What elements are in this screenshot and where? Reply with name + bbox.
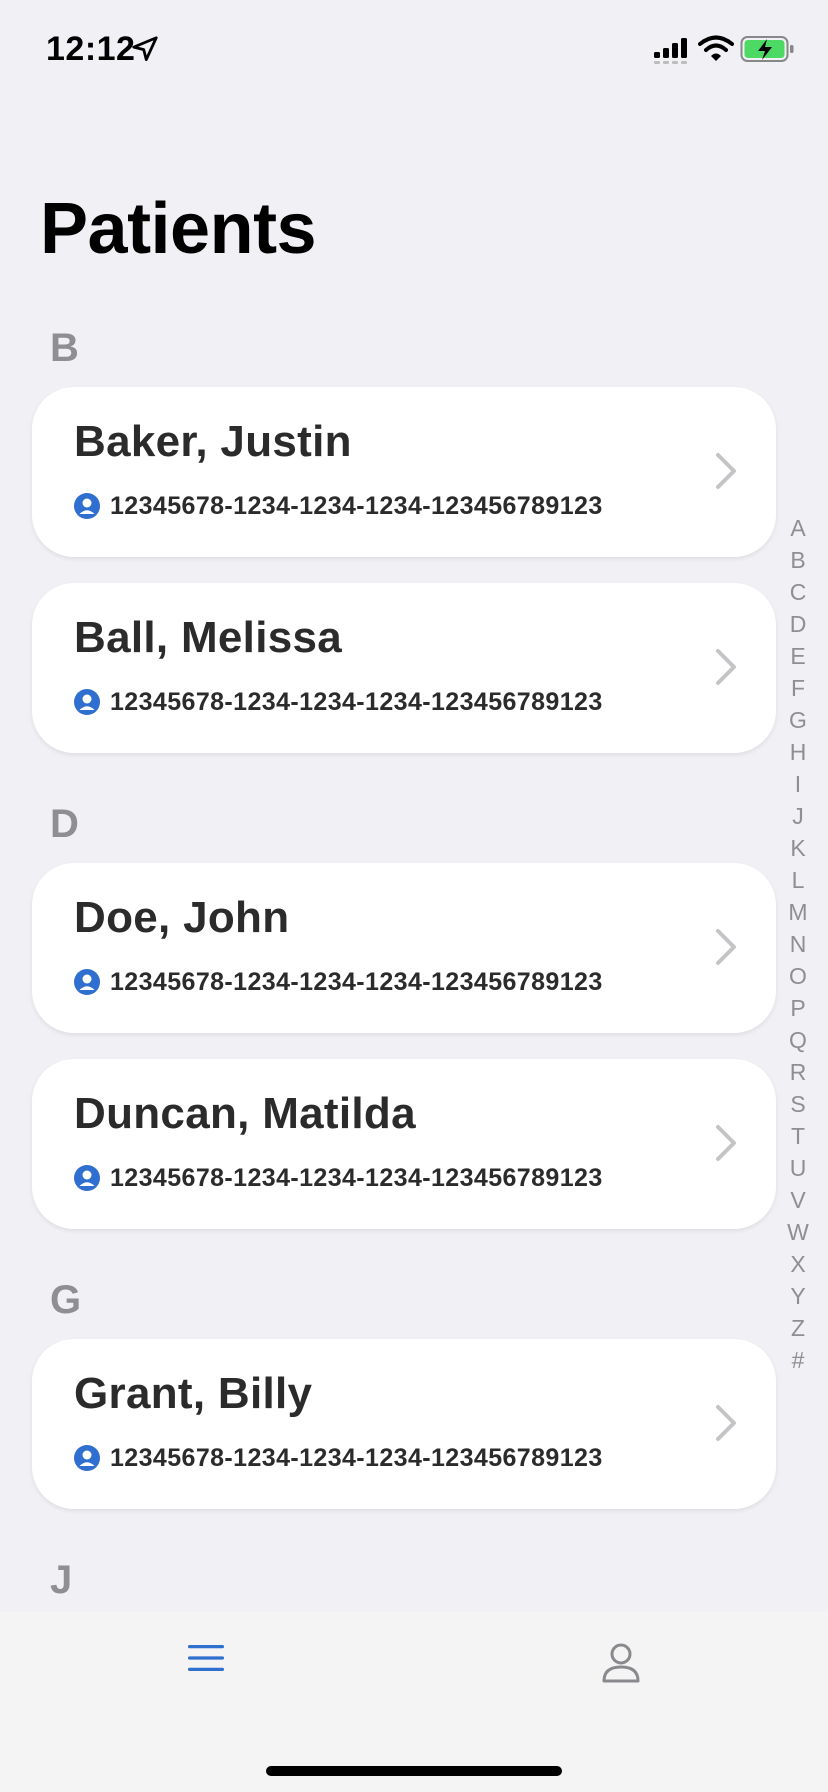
person-badge-icon — [74, 1165, 100, 1191]
index-letter[interactable]: V — [782, 1184, 814, 1216]
index-letter[interactable]: J — [782, 800, 814, 832]
patient-id-row: 12345678-1234-1234-1234-123456789123 — [74, 1443, 603, 1473]
patient-name: Grant, Billy — [74, 1369, 313, 1418]
patient-id-row: 12345678-1234-1234-1234-123456789123 — [74, 687, 603, 717]
index-letter[interactable]: B — [782, 544, 814, 576]
person-badge-icon — [74, 493, 100, 519]
patient-name: Baker, Justin — [74, 417, 352, 466]
chevron-right-icon — [716, 649, 736, 685]
tab-bar — [0, 1612, 828, 1792]
index-letter[interactable]: Q — [782, 1024, 814, 1056]
index-letter[interactable]: U — [782, 1152, 814, 1184]
patient-id: 12345678-1234-1234-1234-123456789123 — [110, 1443, 603, 1472]
index-letter[interactable]: I — [782, 768, 814, 800]
patient-id-row: 12345678-1234-1234-1234-123456789123 — [74, 1163, 603, 1193]
patient-id: 12345678-1234-1234-1234-123456789123 — [110, 491, 603, 520]
patient-name: Ball, Melissa — [74, 613, 343, 662]
battery-charging-icon — [740, 36, 794, 62]
location-arrow-icon — [132, 36, 158, 61]
patient-name: Duncan, Matilda — [74, 1089, 416, 1138]
index-letter[interactable]: A — [782, 512, 814, 544]
patient-card[interactable]: Duncan, Matilda 12345678-1234-1234-1234-… — [32, 1059, 776, 1229]
profile-icon[interactable] — [600, 1642, 642, 1684]
person-badge-icon — [74, 1445, 100, 1471]
index-letter[interactable]: S — [782, 1088, 814, 1120]
section-header-b: B — [50, 326, 79, 370]
index-letter[interactable]: T — [782, 1120, 814, 1152]
person-badge-icon — [74, 689, 100, 715]
patient-id: 12345678-1234-1234-1234-123456789123 — [110, 967, 603, 996]
wifi-icon — [698, 35, 734, 61]
index-letter[interactable]: P — [782, 992, 814, 1024]
index-letter[interactable]: W — [782, 1216, 814, 1248]
index-letter[interactable]: H — [782, 736, 814, 768]
index-letter[interactable]: E — [782, 640, 814, 672]
alphabet-index[interactable]: A B C D E F G H I J K L M N O P Q R S T … — [782, 512, 814, 1376]
index-letter[interactable]: N — [782, 928, 814, 960]
chevron-right-icon — [716, 1125, 736, 1161]
patient-card[interactable]: Doe, John 12345678-1234-1234-1234-123456… — [32, 863, 776, 1033]
index-letter[interactable]: K — [782, 832, 814, 864]
patient-card[interactable]: Grant, Billy 12345678-1234-1234-1234-123… — [32, 1339, 776, 1509]
cellular-signal-icon — [654, 38, 687, 64]
index-letter[interactable]: F — [782, 672, 814, 704]
patient-id: 12345678-1234-1234-1234-123456789123 — [110, 687, 603, 716]
menu-icon[interactable] — [186, 1642, 226, 1674]
index-letter[interactable]: X — [782, 1248, 814, 1280]
patient-card[interactable]: Baker, Justin 12345678-1234-1234-1234-12… — [32, 387, 776, 557]
section-header-j: J — [50, 1558, 73, 1602]
section-header-g: G — [50, 1278, 82, 1322]
home-indicator — [266, 1766, 562, 1776]
index-letter[interactable]: D — [782, 608, 814, 640]
patient-id-row: 12345678-1234-1234-1234-123456789123 — [74, 967, 603, 997]
status-time: 12:12 — [46, 30, 136, 68]
chevron-right-icon — [716, 929, 736, 965]
index-letter[interactable]: O — [782, 960, 814, 992]
patient-id: 12345678-1234-1234-1234-123456789123 — [110, 1163, 603, 1192]
index-letter[interactable]: R — [782, 1056, 814, 1088]
chevron-right-icon — [716, 453, 736, 489]
patient-card[interactable]: Ball, Melissa 12345678-1234-1234-1234-12… — [32, 583, 776, 753]
index-letter[interactable]: Y — [782, 1280, 814, 1312]
page-title: Patients — [40, 189, 317, 269]
index-letter[interactable]: G — [782, 704, 814, 736]
patient-name: Doe, John — [74, 893, 290, 942]
chevron-right-icon — [716, 1405, 736, 1441]
index-letter[interactable]: M — [782, 896, 814, 928]
index-letter[interactable]: Z — [782, 1312, 814, 1344]
index-letter[interactable]: # — [782, 1344, 814, 1376]
status-bar: 12:12 — [0, 0, 828, 100]
section-header-d: D — [50, 802, 79, 846]
index-letter[interactable]: L — [782, 864, 814, 896]
person-badge-icon — [74, 969, 100, 995]
patient-id-row: 12345678-1234-1234-1234-123456789123 — [74, 491, 603, 521]
index-letter[interactable]: C — [782, 576, 814, 608]
